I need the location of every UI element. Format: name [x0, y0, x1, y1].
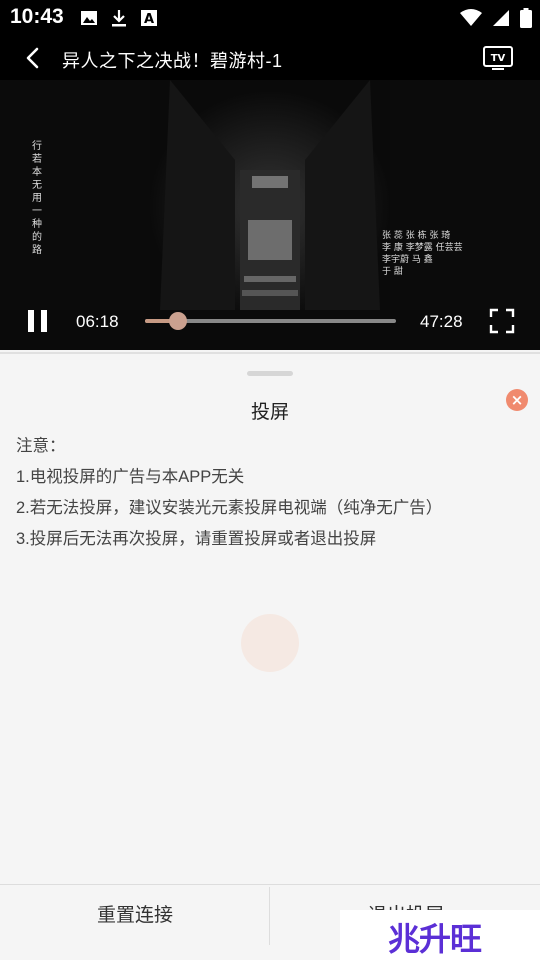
download-icon [112, 10, 126, 27]
credit-line: 张 蕊 张 栋 张 琦 [382, 231, 451, 241]
current-time: 06:18 [76, 312, 119, 331]
credits-left: 行 若 本 无 用 一 种 的 路 [32, 141, 42, 256]
credit-line: 李宇蔚 马 鑫 [382, 255, 433, 265]
cast-sheet: 投屏 × 注意： 1.电视投屏的广告与本APP无关 2.若无法投屏，建议安装光元… [0, 352, 540, 960]
battery-icon [520, 8, 532, 28]
button-divider [269, 887, 270, 945]
status-time: 10:43 [10, 5, 64, 28]
sheet-title: 投屏 [250, 402, 289, 423]
system-icons [460, 8, 532, 28]
svg-text:A: A [144, 12, 154, 27]
watermark: 兆升旺 [340, 910, 540, 960]
tv-cast-icon[interactable]: TV [482, 44, 514, 72]
video-title: 异人之下之决战！碧游村-1 [62, 51, 283, 71]
close-icon[interactable]: × [506, 389, 528, 411]
credit-line: 于 甜 [382, 267, 403, 277]
loading-spinner [241, 614, 299, 672]
player-controls: 06:18 47:28 [0, 302, 540, 342]
note-item: 2.若无法投屏，建议安装光元素投屏电视端（纯净无广告） [16, 499, 443, 517]
pause-bar [28, 310, 34, 332]
sheet-handle[interactable] [247, 371, 293, 376]
total-time: 47:28 [420, 312, 463, 331]
seek-bar[interactable] [145, 312, 396, 330]
status-bar: 10:43 A [0, 0, 540, 36]
seek-thumb[interactable] [169, 312, 188, 330]
note-heading: 注意： [16, 437, 66, 455]
signal-icon [493, 10, 509, 26]
a-icon: A [141, 10, 157, 27]
credit-line: 李 康 李梦露 任芸芸 [382, 243, 463, 253]
pause-button[interactable] [28, 310, 48, 332]
back-arrow-icon[interactable] [22, 46, 46, 70]
notification-icons: A [80, 9, 158, 27]
note-item: 1.电视投屏的广告与本APP无关 [16, 468, 245, 486]
svg-text:TV: TV [491, 53, 506, 64]
watermark-text: 兆升旺 [388, 920, 482, 958]
wifi-icon [460, 9, 482, 26]
note-item: 3.投屏后无法再次投屏，请重置投屏或者退出投屏 [16, 530, 377, 548]
credits-right: 张 蕊 张 栋 张 琦 李 康 李梦露 任芸芸 李宇蔚 马 鑫 于 甜 [382, 230, 512, 278]
cast-notes: 注意： 1.电视投屏的广告与本APP无关 2.若无法投屏，建议安装光元素投屏电视… [16, 434, 526, 558]
title-bar: 异人之下之决战！碧游村-1 TV [0, 36, 540, 80]
image-icon [81, 11, 97, 25]
reset-connection-button[interactable]: 重置连接 [0, 885, 270, 947]
fullscreen-icon[interactable] [489, 308, 515, 334]
pause-bar [41, 310, 47, 332]
